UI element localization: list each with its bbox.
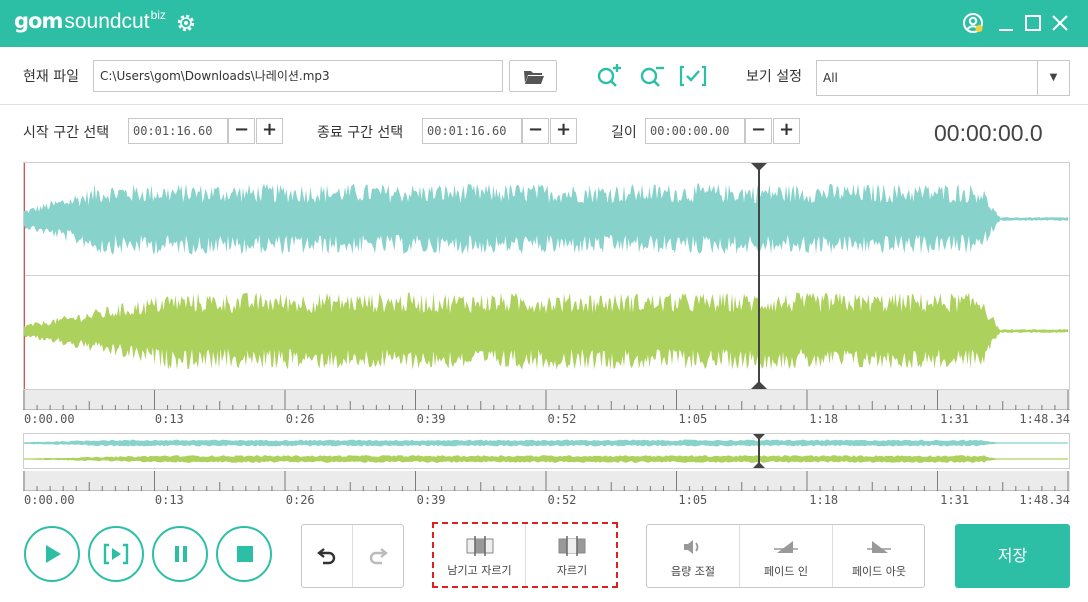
cut-icon [558,536,586,556]
play-button[interactable] [24,526,80,582]
timeline-label: 1:31 [940,412,970,426]
current-file-field[interactable]: C:\Users\gom\Downloads\나레이션.mp3 [93,60,503,92]
ruler-ticks [23,390,1069,410]
stop-button[interactable] [216,526,272,582]
stop-icon [237,546,253,562]
volume-button[interactable]: 음량 조절 [647,525,740,587]
start-minus-button[interactable]: − [228,118,255,144]
timeline-label: 1:05 [678,493,708,507]
overview-graphic [24,434,1068,468]
fade-out-button[interactable]: 페이드 아웃 [833,525,925,587]
fade-in-label: 페이드 인 [764,565,808,578]
overview-ruler-ticks [23,471,1069,491]
play-icon [46,545,61,563]
timeline-label: 0:13 [154,412,184,426]
overview-ruler [23,471,1070,491]
title-bar: gom soundcut biz [0,0,1088,47]
keep-and-cut-button[interactable]: 남기고 자르기 [434,524,526,586]
timeline-label: 1:05 [678,412,708,426]
overview-waveform[interactable] [23,433,1070,469]
pause-icon [175,546,187,562]
timeline-label: 0:52 [547,412,577,426]
logo-soundcut: soundcut [64,10,150,33]
undo-button[interactable] [302,525,353,587]
waveform-top-channel [24,183,1068,255]
account-icon[interactable] [961,11,985,35]
logo-gom: gom [14,9,63,33]
timeline-label: 0:26 [285,412,315,426]
fade-out-label: 페이드 아웃 [851,565,907,578]
redo-icon [369,548,388,565]
waveform-view[interactable] [23,162,1070,390]
timeline-label: 0:26 [285,493,315,507]
gear-icon[interactable] [175,12,197,34]
end-range-label: 종료 구간 선택 [317,125,404,141]
keep-cut-label: 남기고 자르기 [447,564,512,577]
overview-bottom-channel [24,455,1068,463]
cut-button[interactable]: 자르기 [526,524,618,586]
chevron-down-icon[interactable]: ▼ [1037,61,1069,95]
cut-label: 자르기 [556,564,588,577]
overview-top-channel [24,439,1068,447]
minimize-icon[interactable] [994,11,1018,35]
view-setting-value: All [823,71,838,85]
fade-in-button[interactable]: 페이드 인 [740,525,833,587]
length-field[interactable]: 00:00:00.00 [645,118,745,144]
timeline-label: 0:13 [154,493,184,507]
play-selection-icon [103,543,129,565]
undo-icon [317,548,336,565]
timeline-label: 1:18 [809,493,839,507]
waveform-bottom-channel [24,292,1068,370]
view-setting-label: 보기 설정 [746,69,802,85]
logo-biz: biz [150,8,166,22]
start-time-field[interactable]: 00:01:16.60 [128,118,228,144]
start-range-label: 시작 구간 선택 [23,125,110,141]
end-time-field[interactable]: 00:01:16.60 [422,118,522,144]
timeline-label: 0:39 [416,493,446,507]
zoom-out-icon[interactable] [638,62,666,90]
overview-playhead[interactable] [753,434,765,468]
pause-button[interactable] [152,526,208,582]
volume-label: 음량 조절 [671,565,715,578]
app-logo: gom soundcut biz [14,8,166,37]
view-setting-select[interactable]: All ▼ [816,60,1070,96]
waveform-graphic [24,163,1069,389]
open-folder-button[interactable] [509,60,557,92]
playback-time: 00:00:00.0 [934,120,1043,146]
timeline-label: 0:52 [547,493,577,507]
fade-out-icon [867,541,891,553]
maximize-icon[interactable] [1021,11,1045,35]
save-button[interactable]: 저장 [955,524,1070,588]
folder-icon [524,71,544,84]
length-minus-button[interactable]: − [745,118,772,144]
timeline-label: 1:48.34 [1019,412,1070,426]
effects-group: 음량 조절 페이드 인 페이드 아웃 [646,524,925,588]
close-icon[interactable] [1048,11,1072,35]
fade-in-icon [774,541,798,553]
timeline-label: 0:00.00 [24,493,75,507]
history-group [301,524,404,588]
timeline-label: 1:18 [809,412,839,426]
timeline-label: 1:48.34 [1019,493,1070,507]
divider [0,104,1088,105]
current-file-label: 현재 파일 [23,69,79,85]
fit-selection-icon[interactable] [678,62,708,90]
length-plus-button[interactable]: + [773,118,800,144]
start-plus-button[interactable]: + [256,118,283,144]
timeline-label: 0:39 [416,412,446,426]
redo-button[interactable] [353,525,404,587]
cut-group: 남기고 자르기 자르기 [432,522,618,588]
speaker-icon [684,540,699,554]
timeline-ruler[interactable] [23,390,1070,410]
end-minus-button[interactable]: − [522,118,549,144]
end-plus-button[interactable]: + [550,118,577,144]
timeline-label: 1:31 [940,493,970,507]
length-label: 길이 [611,125,637,141]
zoom-in-icon[interactable] [595,62,623,90]
timeline-label: 0:00.00 [24,412,75,426]
keep-cut-icon [466,536,494,556]
play-selection-button[interactable] [88,526,144,582]
